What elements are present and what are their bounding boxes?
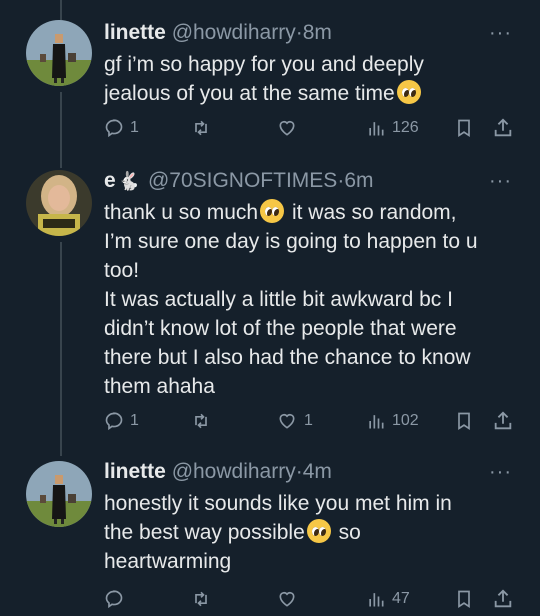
timestamp[interactable]: 4m	[303, 460, 332, 483]
action-bar: 1 1 102	[104, 408, 514, 434]
tweet-text: honestly it sounds like you met him in t…	[104, 489, 520, 576]
retweet-icon	[195, 120, 207, 136]
retweet-icon	[195, 413, 207, 429]
retweet-icon	[195, 591, 207, 607]
reply-icon	[105, 412, 123, 431]
reply-icon	[105, 590, 123, 609]
tweet-line: didn’t know lot of the people that were	[104, 317, 457, 340]
tweet-text: gf i’m so happy for you and deeply jealo…	[104, 50, 520, 108]
tweet-line: It was actually a little bit awkward bc …	[104, 288, 453, 311]
bookmark-button[interactable]	[454, 586, 474, 612]
reply-count: 1	[130, 119, 139, 136]
tweet-line: there but I also had the chance to know	[104, 346, 471, 369]
timestamp[interactable]: 8m	[303, 21, 332, 44]
reply-button[interactable]: 1	[104, 115, 139, 141]
reply-icon	[105, 119, 123, 138]
pleading-face-emoji-icon	[306, 519, 331, 543]
views-bar-chart-icon	[369, 122, 384, 136]
views-bar-chart-icon	[369, 415, 384, 429]
action-bar: 47	[104, 586, 514, 612]
thread-line-1	[60, 92, 62, 168]
display-name[interactable]: linette	[104, 21, 166, 44]
tweet-line: the best way possible	[104, 521, 305, 544]
more-options-icon[interactable]: ···	[489, 166, 512, 196]
tweet-line: I’m sure one day is going to happen to u	[104, 230, 478, 253]
user-handle[interactable]: @70SIGNOFTIMES	[148, 169, 337, 192]
display-name[interactable]: linette	[104, 460, 166, 483]
user-handle[interactable]: @howdiharry	[172, 460, 296, 483]
bookmark-icon	[458, 119, 470, 138]
like-button[interactable]	[276, 115, 298, 141]
avatar[interactable]	[26, 461, 92, 527]
pleading-face-emoji-icon	[260, 199, 285, 223]
views-count: 102	[392, 412, 419, 429]
tweet-header: e 🐇 @70SIGNOFTIMES·6m ···	[104, 166, 520, 196]
share-icon	[494, 118, 512, 137]
avatar[interactable]	[26, 20, 92, 86]
thread-line-2	[60, 242, 62, 456]
avatar[interactable]	[26, 170, 92, 236]
views-count: 126	[392, 119, 419, 136]
heart-icon	[279, 413, 295, 429]
tweet-line: them ahaha	[104, 375, 215, 398]
tweet-header: linette @howdiharry·8m ···	[104, 18, 520, 48]
share-icon	[494, 589, 512, 608]
views-bar-chart-icon	[369, 593, 384, 607]
reply-button[interactable]	[104, 586, 124, 612]
views-button[interactable]: 47	[366, 586, 410, 612]
share-button[interactable]	[492, 115, 514, 141]
reply-button[interactable]: 1	[104, 408, 139, 434]
display-name[interactable]: e	[104, 169, 116, 192]
tweet-line: thank u so much	[104, 201, 259, 224]
views-button[interactable]: 126	[366, 115, 419, 141]
separator-dot: ·	[295, 21, 303, 44]
bookmark-icon	[458, 590, 470, 609]
retweet-button[interactable]	[190, 586, 212, 612]
rabbit-emoji-icon: 🐇	[117, 171, 141, 191]
like-button[interactable]	[276, 586, 298, 612]
retweet-button[interactable]	[190, 408, 212, 434]
bookmark-button[interactable]	[454, 115, 474, 141]
tweet-line: honestly it sounds like you met him in	[104, 492, 452, 515]
pleading-face-emoji-icon	[396, 80, 421, 104]
tweet-line: heartwarming	[104, 550, 232, 573]
views-count: 47	[392, 590, 410, 607]
views-button[interactable]: 102	[366, 408, 419, 434]
tweet-line: it was so random,	[291, 201, 457, 224]
bookmark-button[interactable]	[454, 408, 474, 434]
share-button[interactable]	[492, 408, 514, 434]
like-count: 1	[304, 412, 313, 429]
thread-line-top	[60, 0, 62, 20]
tweet-line: too!	[104, 259, 140, 282]
bookmark-icon	[458, 412, 470, 431]
heart-icon	[279, 591, 295, 607]
more-options-icon[interactable]: ···	[489, 457, 512, 487]
separator-dot: ·	[295, 460, 303, 483]
tweet-header: linette @howdiharry·4m ···	[104, 457, 520, 487]
reply-count: 1	[130, 412, 139, 429]
share-button[interactable]	[492, 586, 514, 612]
tweet-line: so	[338, 521, 361, 544]
share-icon	[494, 411, 512, 430]
action-bar: 1 126	[104, 115, 514, 141]
user-handle[interactable]: @howdiharry	[172, 21, 296, 44]
tweet-text: thank u so much it was so random, I’m su…	[104, 198, 520, 401]
timestamp[interactable]: 6m	[344, 169, 373, 192]
heart-icon	[279, 120, 295, 136]
retweet-button[interactable]	[190, 115, 212, 141]
like-button[interactable]: 1	[276, 408, 313, 434]
tweet-line: jealous of you at the same time	[104, 82, 395, 105]
tweet-line: gf i’m so happy for you and deeply	[104, 53, 424, 76]
more-options-icon[interactable]: ···	[489, 18, 512, 48]
